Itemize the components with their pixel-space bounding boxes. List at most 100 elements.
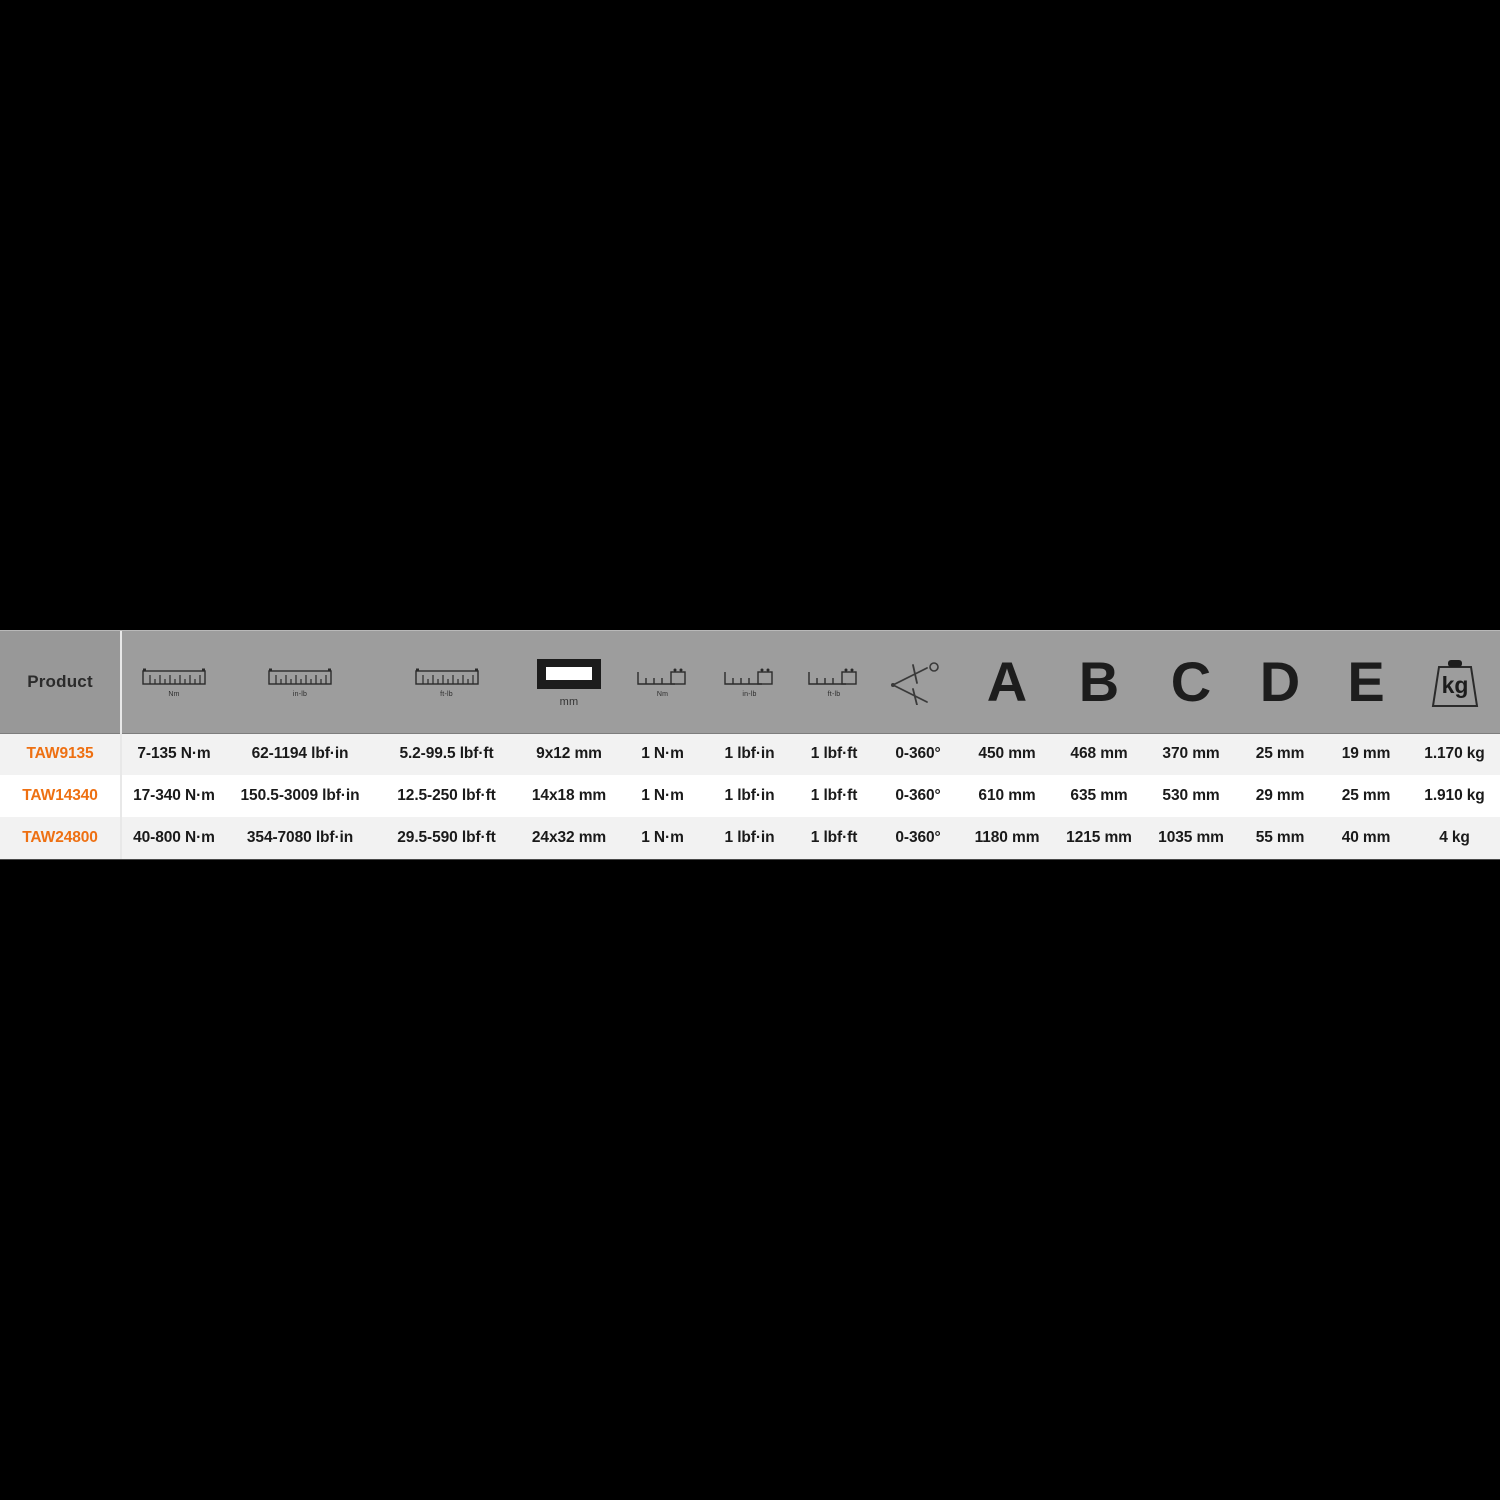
dim-b-cell: 1215 mm [1066,829,1132,846]
weight-cell: 4 kg [1439,829,1470,846]
increment-inlb-cell: 1 lbf·in [724,829,775,846]
table-row[interactable]: TAW14340 17-340 N·m 150.5-3009 lbf·in 12… [0,775,1500,817]
table-row[interactable]: TAW24800 40-800 N·m 354-7080 lbf·in 29.5… [0,817,1500,859]
range-inlb-cell: 150.5-3009 lbf·in [240,787,360,804]
rectangle-drive-icon-unit-mm: mm [559,695,579,708]
dim-a-cell: 450 mm [978,745,1036,763]
column-header-angle [875,631,961,734]
dim-d-cell: 29 mm [1255,787,1305,804]
table-row[interactable]: TAW9135 7-135 N·m 62-1194 lbf·in 5.2-99.… [0,733,1500,775]
dim-c-cell: 370 mm [1162,745,1220,763]
ruler-icon: in-lb [226,666,374,698]
rectangle-drive-icon-glyph [537,658,601,689]
weight-kg-icon: kg [1409,653,1500,711]
column-header-dim-c: C [1145,631,1237,734]
dim-c-cell: 1035 mm [1158,829,1224,846]
dimension-letter-e: E [1347,649,1385,713]
ruler-icon-glyph [268,668,332,685]
increment-inlb-cell: 1 lbf·in [724,787,775,804]
increment-icon: ft-lb [793,666,875,698]
angle-cell: 0-360° [895,829,941,846]
table-header: Product Nm in-lb ft-lb mm Nm in-lb ft-lb… [0,631,1500,734]
increment-ftlb-cell: 1 lbf·ft [810,829,858,846]
increment-icon: Nm [619,666,706,698]
range-inlb-cell: 62-1194 lbf·in [251,745,349,763]
column-header-increment-nm: Nm [619,631,706,734]
column-header-product: Product [0,631,122,734]
increment-ftlb-cell: 1 lbf·ft [810,787,858,804]
ruler-icon-glyph [142,668,206,685]
column-header-range-inlb: in-lb [226,631,374,734]
increment-icon-unit-nm: Nm [656,690,669,698]
ruler-icon-unit-inlb: in-lb [292,690,308,698]
product-header-label: Product [27,671,93,691]
dimension-letter-d: D [1259,649,1301,713]
range-ftlb-cell: 29.5-590 lbf·ft [397,829,496,846]
product-id-cell[interactable]: TAW14340 [0,775,122,817]
dim-c-cell: 530 mm [1162,787,1220,804]
weight-kg-icon-glyph: kg [1431,659,1478,707]
dimension-letter-b: B [1078,649,1120,713]
ruler-icon-unit-nm: Nm [168,690,180,698]
range-nm-cell: 17-340 N·m [133,787,215,804]
page-root: Product Nm in-lb ft-lb mm Nm in-lb ft-lb… [0,0,1500,1500]
column-header-dim-d: D [1237,631,1323,734]
angle-cell: 0-360° [895,745,941,763]
angle-degree-icon [875,659,961,705]
angle-degree-icon-glyph [891,661,939,705]
column-header-dim-b: B [1053,631,1145,734]
square-drive-cell: 24x32 mm [531,829,607,846]
dim-e-cell: 40 mm [1341,829,1391,846]
product-id-cell[interactable]: TAW24800 [0,817,122,859]
dim-d-cell: 55 mm [1255,829,1305,846]
table-header-row: Product Nm in-lb ft-lb mm Nm in-lb ft-lb… [0,631,1500,734]
dim-e-cell: 19 mm [1341,745,1391,763]
ruler-icon: ft-lb [374,666,519,698]
column-header-dim-e: E [1323,631,1409,734]
range-ftlb-cell: 5.2-99.5 lbf·ft [399,745,494,763]
weight-cell: 1.910 kg [1424,787,1485,804]
increment-icon: in-lb [706,666,793,698]
increment-icon-glyph [723,668,773,685]
column-header-range-nm: Nm [121,631,226,734]
dim-b-cell: 468 mm [1070,745,1128,763]
table-body: TAW9135 7-135 N·m 62-1194 lbf·in 5.2-99.… [0,733,1500,859]
ruler-icon: Nm [122,666,226,698]
increment-icon-unit-inlb: in-lb [742,690,757,698]
increment-icon-glyph [808,668,857,685]
column-header-increment-inlb: in-lb [706,631,793,734]
increment-nm-cell: 1 N·m [641,745,684,763]
specification-table: Product Nm in-lb ft-lb mm Nm in-lb ft-lb… [0,631,1500,859]
increment-nm-cell: 1 N·m [641,787,684,804]
increment-ftlb-cell: 1 lbf·ft [810,745,858,763]
increment-icon-glyph [636,668,686,685]
increment-icon-unit-ftlb: ft-lb [827,690,841,698]
dim-b-cell: 635 mm [1070,787,1128,804]
dim-e-cell: 25 mm [1341,787,1391,804]
square-drive-cell: 9x12 mm [536,745,602,763]
increment-nm-cell: 1 N·m [641,829,684,846]
dim-a-cell: 610 mm [978,787,1036,804]
ruler-icon-glyph [414,668,479,685]
dimension-letter-a: A [986,649,1028,713]
increment-inlb-cell: 1 lbf·in [724,745,775,763]
dim-a-cell: 1180 mm [974,829,1040,846]
column-header-square-drive: mm [519,631,619,734]
range-inlb-cell: 354-7080 lbf·in [246,829,354,846]
ruler-icon-unit-ftlb: ft-lb [440,690,453,698]
specification-table-container: Product Nm in-lb ft-lb mm Nm in-lb ft-lb… [0,630,1500,860]
weight-cell: 1.170 kg [1424,745,1485,763]
range-ftlb-cell: 12.5-250 lbf·ft [397,787,496,804]
column-header-range-ftlb: ft-lb [374,631,519,734]
angle-cell: 0-360° [895,787,941,804]
rectangle-drive-icon: mm [519,656,619,708]
column-header-weight: kg [1409,631,1500,734]
dim-d-cell: 25 mm [1255,745,1305,763]
product-id-cell[interactable]: TAW9135 [0,733,122,775]
dimension-letter-c: C [1170,649,1212,713]
column-header-dim-a: A [961,631,1053,734]
column-header-increment-ftlb: ft-lb [793,631,875,734]
square-drive-cell: 14x18 mm [531,787,607,804]
range-nm-cell: 7-135 N·m [137,745,211,763]
svg-text:kg: kg [1441,672,1468,698]
